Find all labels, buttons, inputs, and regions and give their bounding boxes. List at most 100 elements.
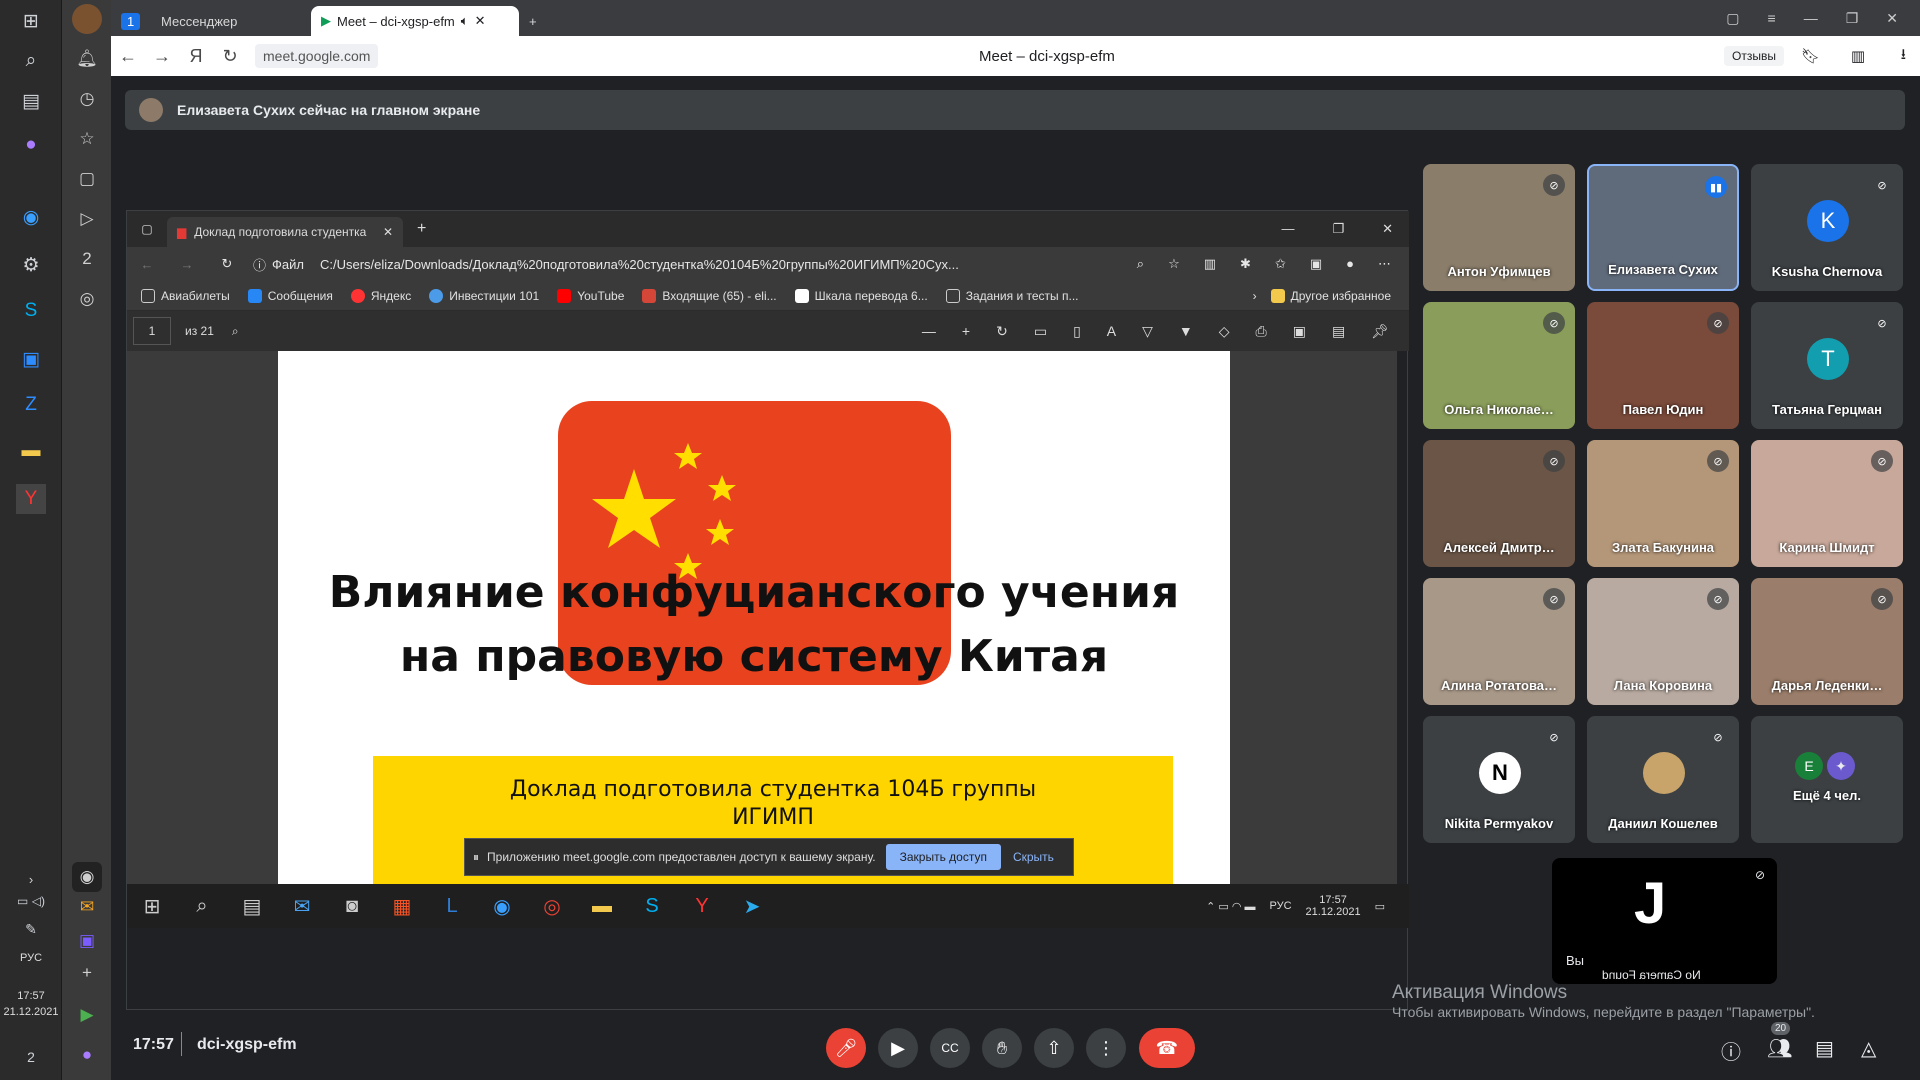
- raise-hand-button[interactable]: ✋︎: [982, 1028, 1022, 1068]
- close-window-icon[interactable]: ✕: [1382, 221, 1393, 237]
- favorite-item[interactable]: Задания и тесты п...: [945, 288, 1079, 303]
- yandex-icon[interactable]: Я: [179, 46, 213, 67]
- self-view[interactable]: ⊘ J Вы No Camera Found: [1552, 858, 1777, 984]
- bookmark-icon[interactable]: 🔖︎: [1801, 47, 1820, 65]
- participant-tile[interactable]: ⊘ N Nikita Permyakov: [1423, 716, 1575, 843]
- history-icon[interactable]: ◷: [72, 84, 102, 114]
- collections-icon[interactable]: ▢: [72, 164, 102, 194]
- participant-tile[interactable]: ⊘ Лана Коровина: [1587, 578, 1739, 705]
- reviews-button[interactable]: Отзывы: [1724, 46, 1784, 66]
- highlight-icon[interactable]: ▼: [1179, 323, 1193, 340]
- reload-icon[interactable]: ↻: [213, 46, 247, 67]
- recycle-icon[interactable]: ⚙: [16, 250, 46, 280]
- pin-icon[interactable]: 📌︎: [1371, 323, 1389, 340]
- chevron-right-icon[interactable]: ›: [1253, 289, 1257, 303]
- telegram-icon[interactable]: ➤: [727, 894, 777, 919]
- fit-icon[interactable]: ▭: [1034, 323, 1047, 340]
- erase-icon[interactable]: ◇: [1219, 323, 1230, 340]
- end-call-button[interactable]: ☎︎: [1139, 1028, 1195, 1068]
- save-icon[interactable]: ▣: [1293, 323, 1306, 340]
- zoom-icon[interactable]: ⌕: [1137, 256, 1144, 272]
- captions-button[interactable]: CC: [930, 1028, 970, 1068]
- yandex-icon[interactable]: Y: [677, 895, 727, 918]
- tab-badge[interactable]: 1: [111, 6, 151, 36]
- page-number-input[interactable]: 1: [133, 317, 171, 345]
- pen-icon[interactable]: ✎: [16, 914, 46, 944]
- yandex-browser-icon[interactable]: Y: [16, 484, 46, 514]
- zoom-in-icon[interactable]: +: [962, 323, 970, 340]
- read-aloud-icon[interactable]: A: [1107, 323, 1116, 340]
- edge-icon[interactable]: ◉: [16, 202, 46, 232]
- forward-icon[interactable]: →: [167, 257, 207, 272]
- windows-start-icon[interactable]: ⊞: [127, 894, 177, 919]
- extensions-icon[interactable]: ▥: [1851, 47, 1865, 65]
- present-button[interactable]: ⇧: [1034, 1028, 1074, 1068]
- tray-network-icon[interactable]: ▭ ◁): [16, 886, 46, 916]
- edge-icon[interactable]: ◉: [477, 894, 527, 919]
- save-as-icon[interactable]: ▤: [1332, 323, 1345, 340]
- new-tab-icon[interactable]: +: [417, 220, 426, 238]
- puzzle-icon[interactable]: ✱: [1240, 256, 1251, 272]
- participant-tile[interactable]: ⊘ Ольга Николае…: [1423, 302, 1575, 429]
- l-app-icon[interactable]: L: [427, 895, 477, 918]
- tab-messenger[interactable]: Мессенджер: [151, 6, 311, 36]
- hide-button[interactable]: Скрыть: [1013, 850, 1054, 864]
- messenger-icon[interactable]: ▣: [72, 926, 102, 956]
- notification-icon[interactable]: ▭: [1375, 900, 1385, 913]
- task-view-icon[interactable]: ▤: [16, 86, 46, 116]
- minimize-icon[interactable]: —: [1804, 10, 1818, 27]
- mail-icon[interactable]: ✉: [277, 894, 327, 919]
- zoom-icon[interactable]: ▣: [16, 344, 46, 374]
- add-icon[interactable]: +: [72, 958, 102, 988]
- tray-icons[interactable]: ⌃ ▭ ◠ ▬: [1206, 900, 1255, 913]
- new-tab-button[interactable]: +: [519, 6, 559, 36]
- camera-icon[interactable]: ◎: [72, 284, 102, 314]
- close-icon[interactable]: ✕: [383, 225, 393, 239]
- more-icon[interactable]: ⋯: [1378, 256, 1391, 272]
- edge-tab[interactable]: ▆ Доклад подготовила студентка ✕: [167, 217, 403, 247]
- alice-sidebar-icon[interactable]: ●: [72, 1040, 102, 1070]
- skype-icon[interactable]: S: [16, 296, 46, 326]
- edge-url[interactable]: C:/Users/eliza/Downloads/Доклад%20подгот…: [320, 257, 959, 272]
- back-icon[interactable]: ←: [127, 257, 167, 272]
- close-window-icon[interactable]: ✕: [1886, 10, 1898, 27]
- profile-icon[interactable]: ●: [1346, 256, 1354, 272]
- more-options-button[interactable]: ⋮: [1086, 1028, 1126, 1068]
- favorite-icon[interactable]: ☆: [1168, 256, 1180, 272]
- favorite-item[interactable]: YouTube: [557, 288, 624, 303]
- more-participants-tile[interactable]: E ✦ Ещё 4 чел.: [1751, 716, 1903, 843]
- participant-tile[interactable]: ⊘ Даниил Кошелев: [1587, 716, 1739, 843]
- favorite-item[interactable]: Авиабилеты: [141, 288, 230, 303]
- participant-tile[interactable]: ▮▮ Елизавета Сухих: [1587, 164, 1739, 291]
- favorites-icon[interactable]: ✩: [1275, 256, 1286, 272]
- favorite-item[interactable]: Шкала перевода 6...: [794, 288, 928, 303]
- alice-icon[interactable]: ●: [16, 130, 46, 160]
- tab-meet[interactable]: ▶ Meet – dci-xgsp-efm 🔈︎ ✕: [311, 6, 519, 36]
- favorite-item[interactable]: Инвестиции 101: [429, 288, 539, 303]
- zoom-out-icon[interactable]: —: [922, 323, 936, 340]
- participant-tile[interactable]: ⊘ T Татьяна Герцман: [1751, 302, 1903, 429]
- mail-icon[interactable]: ✉: [72, 892, 102, 922]
- favorite-item[interactable]: Яндекс: [350, 288, 411, 303]
- back-icon[interactable]: ←: [111, 46, 145, 67]
- menu-icon[interactable]: ≡: [1768, 10, 1776, 27]
- favorite-item[interactable]: Входящие (65) - eli...: [642, 288, 777, 303]
- folder-icon[interactable]: ▬: [577, 895, 627, 918]
- participant-tile[interactable]: ⊘ Алина Ротатова…: [1423, 578, 1575, 705]
- page-view-icon[interactable]: ▯: [1073, 323, 1081, 340]
- print-icon[interactable]: ⎙: [1256, 323, 1267, 340]
- participant-tile[interactable]: ⊘ K Ksusha Chernova: [1751, 164, 1903, 291]
- camera-toggle-button[interactable]: ▶: [878, 1028, 918, 1068]
- zoom-alt-icon[interactable]: Z: [16, 390, 46, 420]
- participant-tile[interactable]: ⊘ Злата Бакунина: [1587, 440, 1739, 567]
- collections-icon[interactable]: ▣: [1310, 256, 1322, 272]
- extension-icon[interactable]: ▥: [1204, 256, 1216, 272]
- recorder-icon[interactable]: ◉: [72, 862, 102, 892]
- participant-tile[interactable]: ⊘ Антон Уфимцев: [1423, 164, 1575, 291]
- notification-icon[interactable]: 2: [16, 1042, 46, 1072]
- people-button[interactable]: 👥︎ 20: [1767, 1022, 1792, 1061]
- windows-start-icon[interactable]: ⊞: [16, 6, 46, 36]
- rotate-icon[interactable]: ↻: [996, 323, 1008, 340]
- minimize-icon[interactable]: —: [1281, 221, 1294, 237]
- tabs-panel-icon[interactable]: ▢: [1726, 10, 1739, 27]
